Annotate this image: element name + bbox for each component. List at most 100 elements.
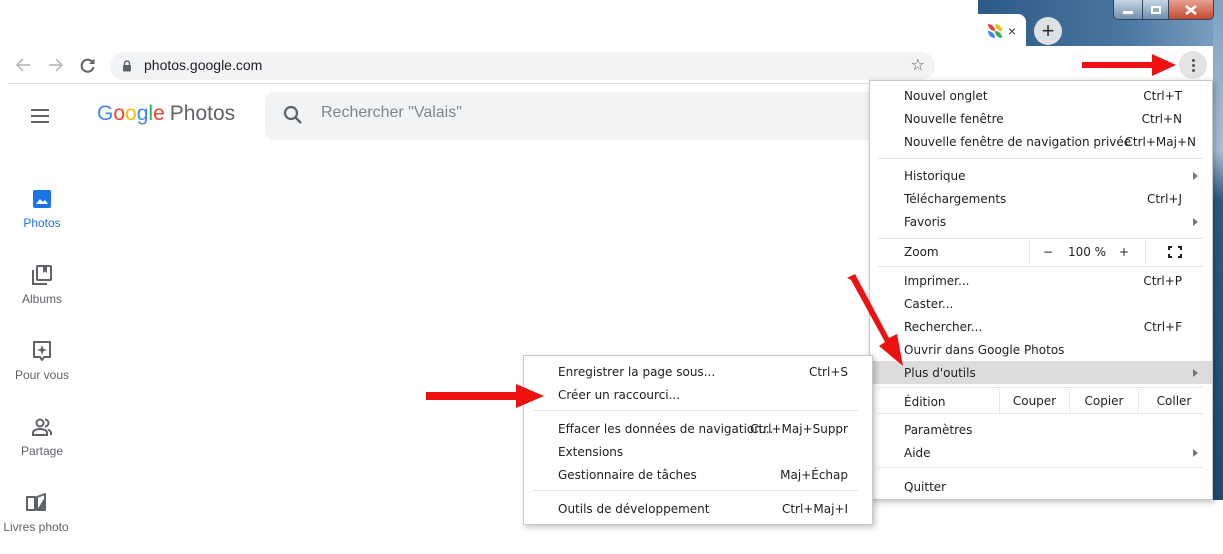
more-tools-submenu: Enregistrer la page sous... Ctrl+S Créer … xyxy=(523,355,873,525)
zoom-label: Zoom xyxy=(904,245,939,259)
paste-button[interactable]: Coller xyxy=(1139,389,1209,413)
product-name: Photos xyxy=(169,102,236,125)
sidebar-item-label: Partage xyxy=(20,444,64,458)
bookmark-star-icon[interactable]: ☆ xyxy=(911,55,925,74)
submenu-item-developer-tools[interactable]: Outils de développement Ctrl+Maj+I xyxy=(524,497,872,520)
menu-item-shortcut: Ctrl+F xyxy=(1143,319,1182,334)
submenu-item-save-page[interactable]: Enregistrer la page sous... Ctrl+S xyxy=(524,360,872,383)
menu-item-downloads[interactable]: Téléchargements Ctrl+J xyxy=(870,187,1212,210)
edit-row: Édition Couper Copier Coller xyxy=(870,389,1212,413)
maximize-button[interactable] xyxy=(1142,0,1168,19)
annotation-arrow-create-shortcut xyxy=(426,384,544,408)
submenu-arrow-icon xyxy=(1193,217,1198,226)
submenu-item-extensions[interactable]: Extensions xyxy=(524,440,872,463)
menu-item-label: Imprimer... xyxy=(904,273,970,288)
chrome-menu: Nouvel onglet Ctrl+T Nouvelle fenêtre Ctrl… xyxy=(869,80,1213,500)
zoom-row: Zoom − 100 % + xyxy=(870,240,1212,264)
menu-item-bookmarks[interactable]: Favoris xyxy=(870,210,1212,233)
zoom-out-button[interactable]: − xyxy=(1038,240,1058,264)
window-border xyxy=(1213,0,1223,500)
chrome-menu-button[interactable] xyxy=(1179,51,1207,79)
menu-item-label: Gestionnaire de tâches xyxy=(558,467,697,482)
tab-close-icon[interactable]: × xyxy=(1008,23,1016,39)
menu-item-shortcut: Ctrl+T xyxy=(1143,88,1182,103)
close-icon xyxy=(1185,4,1197,15)
menu-item-new-tab[interactable]: Nouvel onglet Ctrl+T xyxy=(870,84,1212,107)
menu-item-more-tools[interactable]: Plus d'outils xyxy=(870,361,1212,384)
submenu-item-task-manager[interactable]: Gestionnaire de tâches Maj+Échap xyxy=(524,463,872,486)
menu-separator xyxy=(878,238,1204,239)
forward-button[interactable] xyxy=(45,54,67,76)
zoom-divider xyxy=(1029,240,1030,264)
logo-letter: G xyxy=(97,102,114,125)
annotation-arrow-more-tools xyxy=(847,274,903,366)
main-menu-hamburger-icon[interactable] xyxy=(31,109,49,123)
menu-item-print[interactable]: Imprimer... Ctrl+P xyxy=(870,269,1212,292)
photo-icon xyxy=(33,190,51,208)
submenu-arrow-icon xyxy=(1193,171,1198,180)
menu-item-open-in-google-photos[interactable]: Ouvrir dans Google Photos xyxy=(870,338,1212,361)
browser-tab[interactable]: × xyxy=(978,14,1026,48)
sidebar-item-sharing[interactable]: Partage xyxy=(0,416,84,458)
menu-separator xyxy=(878,266,1204,267)
back-button[interactable] xyxy=(12,54,34,76)
menu-item-exit[interactable]: Quitter xyxy=(870,475,1212,498)
menu-item-label: Favoris xyxy=(904,214,947,229)
menu-item-label: Nouvelle fenêtre xyxy=(904,111,1004,126)
submenu-item-create-shortcut[interactable]: Créer un raccourci... xyxy=(524,383,872,406)
sidebar-item-photo-books[interactable]: Livres photo xyxy=(0,492,78,534)
sidebar-item-label: Livres photo xyxy=(3,520,69,534)
copy-button[interactable]: Copier xyxy=(1070,389,1138,413)
menu-item-cast[interactable]: Caster... xyxy=(870,292,1212,315)
search-bar[interactable] xyxy=(265,92,875,140)
menu-item-find[interactable]: Rechercher... Ctrl+F xyxy=(870,315,1212,338)
zoom-in-button[interactable]: + xyxy=(1114,240,1134,264)
menu-item-label: Historique xyxy=(904,168,966,183)
menu-item-label: Quitter xyxy=(904,479,947,494)
menu-separator xyxy=(532,490,858,491)
logo-letter: g xyxy=(136,102,149,125)
arrow-left-icon xyxy=(15,58,30,72)
sidebar-item-label: Albums xyxy=(21,292,62,306)
minimize-button[interactable] xyxy=(1114,0,1142,19)
menu-item-label: Créer un raccourci... xyxy=(558,387,681,402)
menu-dot-icon xyxy=(1191,68,1195,72)
google-photos-logo[interactable]: Google Photos xyxy=(97,102,235,126)
menu-item-history[interactable]: Historique xyxy=(870,164,1212,187)
edit-label: Édition xyxy=(904,395,946,409)
sidebar-item-photos[interactable]: Photos xyxy=(0,188,84,230)
submenu-item-clear-browsing-data[interactable]: Effacer les données de navigation... Ctrl… xyxy=(524,417,872,440)
zoom-level: 100 % xyxy=(1067,245,1107,259)
menu-item-label: Aide xyxy=(904,445,931,460)
sidebar-item-for-you[interactable]: Pour vous xyxy=(0,340,84,382)
zoom-divider xyxy=(1145,240,1146,264)
menu-item-shortcut: Ctrl+Maj+I xyxy=(781,501,848,516)
menu-item-help[interactable]: Aide xyxy=(870,441,1212,464)
search-input[interactable] xyxy=(321,104,821,122)
menu-item-new-window[interactable]: Nouvelle fenêtre Ctrl+N xyxy=(870,107,1212,130)
sidebar-item-albums[interactable]: Albums xyxy=(0,264,84,306)
reload-button[interactable] xyxy=(77,54,99,76)
address-bar[interactable]: photos.google.com ☆ xyxy=(110,52,935,80)
annotation-arrow-menu xyxy=(1082,54,1176,76)
menu-item-shortcut: Ctrl+Maj+Suppr xyxy=(750,421,848,436)
fullscreen-button[interactable] xyxy=(1160,240,1190,264)
logo-letter: o xyxy=(125,102,137,125)
search-icon[interactable] xyxy=(283,105,303,125)
logo-letter: e xyxy=(153,102,165,125)
menu-item-settings[interactable]: Paramètres xyxy=(870,418,1212,441)
menu-item-label: Effacer les données de navigation... xyxy=(558,421,774,436)
logo-letter: o xyxy=(113,102,126,125)
menu-item-incognito-window[interactable]: Nouvelle fenêtre de navigation privée Ctr… xyxy=(870,130,1212,153)
close-window-button[interactable] xyxy=(1168,0,1213,19)
new-tab-button[interactable]: + xyxy=(1034,17,1062,45)
cut-button[interactable]: Couper xyxy=(1000,389,1069,413)
minimize-icon xyxy=(1123,11,1133,14)
menu-separator xyxy=(878,158,1204,159)
menu-item-shortcut: Ctrl+J xyxy=(1147,191,1182,206)
menu-separator xyxy=(878,467,1204,468)
url-text[interactable]: photos.google.com xyxy=(144,57,262,73)
reload-icon xyxy=(80,58,95,73)
sharing-icon xyxy=(32,418,52,436)
google-photos-favicon-icon xyxy=(987,24,1002,38)
